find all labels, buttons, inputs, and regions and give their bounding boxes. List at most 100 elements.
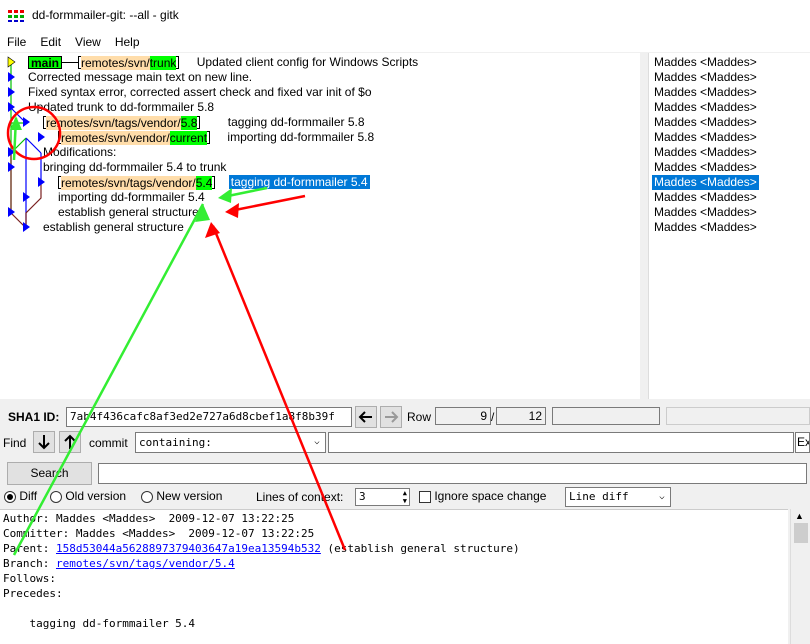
- find-input[interactable]: [328, 432, 794, 453]
- radio-dot: [141, 490, 153, 503]
- detail-precedes: Precedes:: [3, 587, 63, 600]
- row-label: Row: [407, 410, 432, 424]
- menu-file[interactable]: File: [0, 32, 33, 52]
- status-field: [666, 407, 810, 425]
- context-spinbox[interactable]: 3 ▲ ▼: [355, 488, 410, 506]
- diff-mode-select[interactable]: Line diff ⌵: [565, 487, 671, 507]
- ignore-space-checkbox[interactable]: Ignore space change: [419, 489, 546, 503]
- commit-message: bringing dd-formmailer 5.4 to trunk: [43, 160, 227, 174]
- commit-row[interactable]: Fixed syntax error, corrected assert che…: [28, 85, 372, 100]
- author-cell[interactable]: Maddes <Maddes>: [652, 160, 759, 175]
- window-title: dd-formmailer-git: --all - gitk: [32, 8, 179, 22]
- radio-dot: [50, 490, 62, 503]
- ignore-space-label: Ignore space change: [434, 489, 547, 503]
- author-cell[interactable]: Maddes <Maddes>: [652, 70, 759, 85]
- menu-help[interactable]: Help: [108, 32, 147, 52]
- commit-row[interactable]: establish general structure: [43, 220, 184, 235]
- author-cell[interactable]: Maddes <Maddes>: [652, 115, 759, 130]
- search-button[interactable]: Search: [7, 462, 92, 485]
- commit-row[interactable]: Modifications:: [43, 145, 116, 160]
- radio-diff-label: Diff: [19, 489, 38, 503]
- menu-edit[interactable]: Edit: [33, 32, 68, 52]
- sha-input[interactable]: 7ab4f436cafc8af3ed2e727a6d8cbef1a8f8b39f: [66, 407, 352, 427]
- author-cell[interactable]: Maddes <Maddes>: [652, 190, 759, 205]
- chevron-down-icon: ⌵: [659, 492, 665, 502]
- detail-branch: Branch: remotes/svn/tags/vendor/5.4: [3, 557, 235, 570]
- commit-row[interactable]: remotes/svn/tags/vendor/5.8 tagging dd-f…: [43, 115, 365, 131]
- search-input[interactable]: [98, 463, 807, 484]
- author-cell[interactable]: Maddes <Maddes>: [652, 205, 759, 220]
- author-cell[interactable]: Maddes <Maddes>: [652, 85, 759, 100]
- author-cell[interactable]: Maddes <Maddes>: [652, 145, 759, 160]
- find-extra-select[interactable]: Ex: [795, 432, 810, 453]
- arrow-left-icon: [358, 411, 372, 423]
- title-bar: dd-formmailer-git: --all - gitk: [0, 0, 810, 32]
- parent-sha-link[interactable]: 158d53044a5628897379403647a19ea13594b532: [56, 542, 321, 555]
- find-up-button[interactable]: [59, 431, 81, 453]
- commit-row[interactable]: remotes/svn/vendor/current importing dd-…: [58, 130, 374, 146]
- detail-committer: Committer: Maddes <Maddes> 2009-12-07 13…: [3, 527, 315, 540]
- radio-new-version-label: New version: [156, 489, 223, 503]
- detail-parent: Parent: 158d53044a5628897379403647a19ea1…: [3, 542, 520, 555]
- commit-message: Corrected message main text on new line.: [28, 70, 253, 84]
- commit-row-selected[interactable]: remotes/svn/tags/vendor/5.4 tagging dd-f…: [58, 175, 370, 191]
- commit-row[interactable]: establish general structure: [58, 205, 199, 220]
- commit-message: Fixed syntax error, corrected assert che…: [28, 85, 372, 99]
- forward-button[interactable]: [380, 406, 402, 428]
- commit-row[interactable]: main remotes/svn/trunk Updated client con…: [28, 55, 418, 71]
- commit-message: importing dd-formmailer 5.4: [58, 190, 205, 204]
- commit-graph-pane[interactable]: main remotes/svn/trunk Updated client con…: [0, 53, 640, 399]
- branch-link[interactable]: remotes/svn/tags/vendor/5.4: [56, 557, 235, 570]
- branch-tag-local[interactable]: main: [28, 56, 63, 70]
- find-mode-select[interactable]: containing: ⌵: [135, 432, 326, 453]
- row-total: 12: [496, 407, 546, 425]
- commit-details-pane[interactable]: Author: Maddes <Maddes> 2009-12-07 13:22…: [0, 509, 788, 644]
- radio-new-version[interactable]: New version: [141, 489, 222, 503]
- commit-message: Updated trunk to dd-formmailer 5.8: [28, 100, 215, 114]
- branch-tag-remote[interactable]: remotes/svn/trunk: [78, 56, 180, 71]
- commit-message: establish general structure: [58, 205, 199, 219]
- commit-row[interactable]: bringing dd-formmailer 5.4 to trunk: [43, 160, 226, 175]
- commit-row[interactable]: importing dd-formmailer 5.4: [58, 190, 205, 205]
- find-label: Find: [3, 436, 27, 450]
- pane-sash[interactable]: [640, 53, 648, 399]
- arrow-right-icon: [385, 411, 399, 423]
- author-cell[interactable]: Maddes <Maddes>: [652, 55, 759, 70]
- spin-arrows-icon: ▲ ▼: [402, 489, 407, 505]
- detail-message: tagging dd-formmailer 5.4: [3, 617, 196, 630]
- chevron-down-icon: ⌵: [314, 437, 320, 447]
- commit-message: tagging dd-formmailer 5.8: [227, 115, 365, 129]
- scroll-thumb[interactable]: [794, 523, 808, 543]
- commit-message: tagging dd-formmailer 5.4: [228, 175, 370, 189]
- details-scrollbar[interactable]: ▲: [790, 509, 810, 644]
- branch-tag-remote[interactable]: remotes/svn/tags/vendor/5.8: [43, 116, 201, 131]
- commit-message: establish general structure: [43, 220, 184, 234]
- commit-row[interactable]: Corrected message main text on new line.: [28, 70, 252, 85]
- radio-dot: [4, 490, 16, 503]
- context-label: Lines of context:: [256, 490, 344, 504]
- author-cell[interactable]: Maddes <Maddes>: [652, 130, 759, 145]
- commit-row[interactable]: Updated trunk to dd-formmailer 5.8: [28, 100, 214, 115]
- gitk-app-icon: [8, 10, 24, 22]
- back-button[interactable]: [355, 406, 377, 428]
- find-down-button[interactable]: [33, 431, 55, 453]
- row-current: 9: [435, 407, 491, 425]
- radio-diff[interactable]: Diff: [4, 489, 37, 503]
- scroll-up-icon[interactable]: ▲: [795, 511, 804, 521]
- detail-follows: Follows:: [3, 572, 56, 585]
- arrow-down-icon: [38, 435, 50, 450]
- menu-view[interactable]: View: [68, 32, 108, 52]
- author-cell-selected[interactable]: Maddes <Maddes>: [652, 175, 759, 190]
- author-pane[interactable]: Maddes <Maddes> Maddes <Maddes> Maddes <…: [648, 53, 810, 399]
- author-cell[interactable]: Maddes <Maddes>: [652, 220, 759, 235]
- checkbox-box: [419, 490, 431, 503]
- author-cell[interactable]: Maddes <Maddes>: [652, 100, 759, 115]
- branch-tag-remote[interactable]: remotes/svn/tags/vendor/5.4: [58, 176, 216, 191]
- radio-old-version-label: Old version: [65, 489, 127, 503]
- radio-old-version[interactable]: Old version: [50, 489, 126, 503]
- row-separator: /: [491, 410, 495, 424]
- arrow-up-icon: [64, 434, 76, 449]
- progress-field: [552, 407, 660, 425]
- branch-tag-remote[interactable]: remotes/svn/vendor/current: [58, 131, 211, 146]
- commit-message: Modifications:: [43, 145, 117, 159]
